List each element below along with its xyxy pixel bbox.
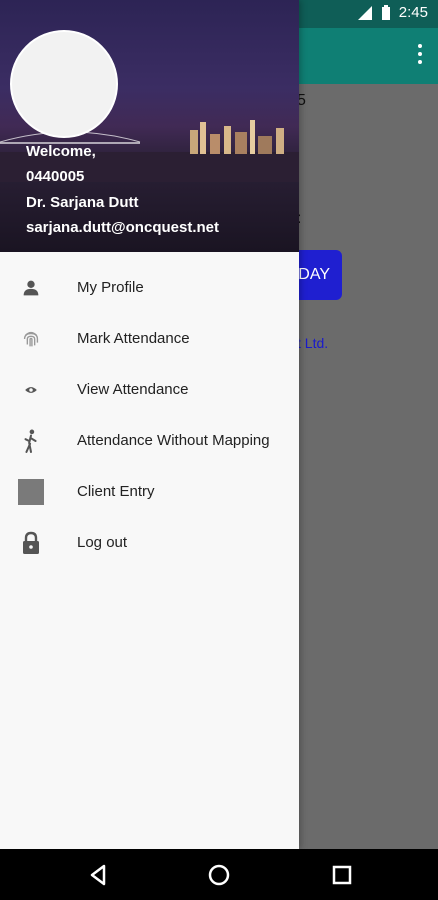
back-icon[interactable] bbox=[84, 861, 112, 889]
square-icon bbox=[18, 478, 44, 505]
menu-item-log-out[interactable]: Log out bbox=[0, 517, 299, 568]
menu-item-label: Client Entry bbox=[77, 483, 155, 500]
user-email: sarjana.dutt@oncquest.net bbox=[26, 219, 219, 236]
walking-icon bbox=[18, 428, 44, 454]
person-icon bbox=[18, 275, 44, 301]
menu-item-my-profile[interactable]: My Profile bbox=[0, 262, 299, 313]
menu-item-label: Attendance Without Mapping bbox=[77, 432, 270, 449]
button-label: DAY bbox=[298, 266, 330, 283]
avatar[interactable] bbox=[10, 30, 118, 138]
drawer-menu: My Profile Mark Attendance View Attendan… bbox=[0, 262, 299, 568]
menu-item-label: View Attendance bbox=[77, 381, 189, 398]
eye-icon bbox=[18, 377, 44, 403]
menu-item-attendance-without-mapping[interactable]: Attendance Without Mapping bbox=[0, 415, 299, 466]
welcome-text: Welcome, bbox=[26, 143, 96, 160]
battery-icon bbox=[381, 4, 390, 20]
signal-icon bbox=[357, 5, 372, 20]
user-name: Dr. Sarjana Dutt bbox=[26, 194, 139, 211]
status-time: 2:45 bbox=[398, 4, 428, 21]
menu-item-label: Mark Attendance bbox=[77, 330, 190, 347]
navigation-drawer: Welcome, 0440005 Dr. Sarjana Dutt sarjan… bbox=[0, 0, 299, 849]
status-icons: 2:45 bbox=[357, 4, 428, 21]
recents-icon[interactable] bbox=[328, 861, 356, 889]
menu-item-mark-attendance[interactable]: Mark Attendance bbox=[0, 313, 299, 364]
menu-item-view-attendance[interactable]: View Attendance bbox=[0, 364, 299, 415]
lock-icon bbox=[18, 530, 44, 556]
system-nav-bar bbox=[0, 849, 438, 900]
drawer-header: Welcome, 0440005 Dr. Sarjana Dutt sarjan… bbox=[0, 0, 299, 252]
menu-item-label: Log out bbox=[77, 534, 128, 551]
overflow-menu-icon[interactable] bbox=[418, 44, 422, 64]
fingerprint-icon bbox=[18, 326, 44, 352]
user-id: 0440005 bbox=[26, 168, 85, 185]
menu-item-client-entry[interactable]: Client Entry bbox=[0, 466, 299, 517]
menu-item-label: My Profile bbox=[77, 279, 144, 296]
home-icon[interactable] bbox=[205, 861, 233, 889]
